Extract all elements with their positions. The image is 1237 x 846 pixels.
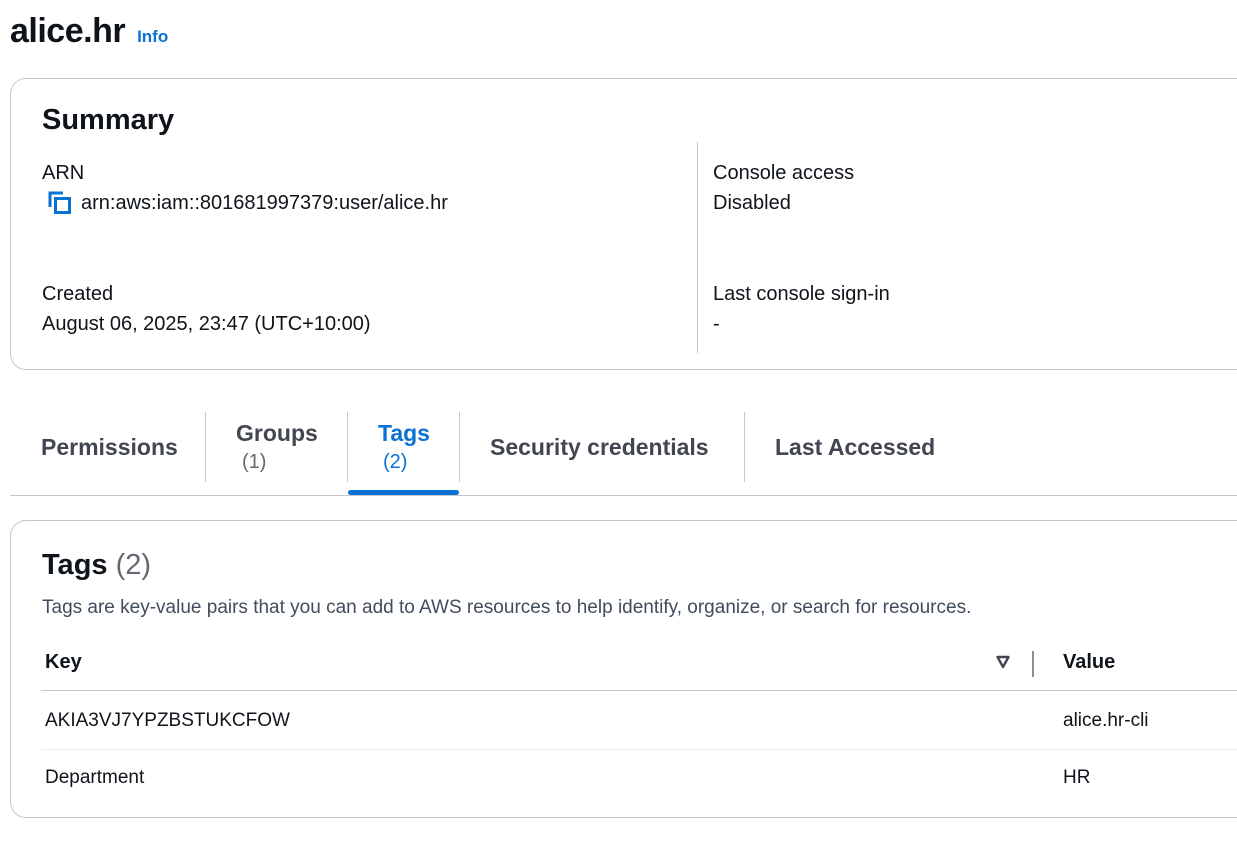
summary-divider	[697, 142, 698, 353]
summary-title: Summary	[42, 104, 175, 136]
tags-title-text: Tags	[42, 549, 108, 581]
copy-icon[interactable]	[47, 190, 73, 216]
console-access-label: Console access	[713, 162, 855, 184]
tab-tags-label: Tags	[378, 420, 430, 446]
tags-title: Tags (2)	[42, 549, 151, 582]
last-sign-in-value: -	[713, 313, 720, 335]
column-header-key[interactable]: Key	[45, 651, 82, 674]
row-divider	[41, 749, 1237, 750]
tab-security-credentials[interactable]: Security credentials	[460, 410, 744, 496]
tag-value-cell: alice.hr-cli	[1063, 710, 1149, 731]
sort-descending-icon[interactable]	[996, 655, 1010, 669]
tag-key-cell: Department	[45, 767, 145, 788]
tab-groups-label: Groups	[236, 420, 318, 446]
arn-label: ARN	[42, 162, 85, 184]
tag-key-cell: AKIA3VJ7YPZBSTUKCFOW	[45, 710, 290, 731]
page-title: alice.hr	[10, 12, 126, 50]
tags-description: Tags are key-value pairs that you can ad…	[42, 597, 972, 618]
tags-card: Tags (2) Tags are key-value pairs that y…	[10, 520, 1237, 818]
tab-last-accessed-label: Last Accessed	[775, 434, 936, 460]
tags-title-count: (2)	[115, 549, 152, 581]
tab-security-credentials-label: Security credentials	[490, 434, 709, 460]
header-divider	[41, 690, 1237, 691]
created-label: Created	[42, 283, 114, 305]
tab-last-accessed[interactable]: Last Accessed	[745, 410, 975, 496]
tab-permissions[interactable]: Permissions	[10, 410, 205, 496]
column-resizer[interactable]	[1032, 651, 1034, 677]
tab-groups[interactable]: Groups (1)	[206, 410, 347, 496]
created-value: August 06, 2025, 23:47 (UTC+10:00)	[42, 313, 371, 335]
last-sign-in-label: Last console sign-in	[713, 283, 890, 305]
summary-card: Summary ARN arn:aws:iam::801681997379:us…	[10, 78, 1237, 370]
tab-tags-count: (2)	[383, 451, 408, 473]
column-header-value[interactable]: Value	[1063, 651, 1115, 674]
info-link[interactable]: Info	[137, 27, 168, 47]
tab-groups-count: (1)	[242, 451, 267, 473]
tab-permissions-label: Permissions	[41, 434, 178, 460]
console-access-value: Disabled	[713, 192, 791, 214]
arn-value: arn:aws:iam::801681997379:user/alice.hr	[81, 192, 448, 214]
page-header: alice.hr Info	[10, 12, 168, 51]
tab-bar-divider	[10, 495, 1237, 496]
tag-value-cell: HR	[1063, 767, 1091, 788]
tab-bar: Permissions Groups (1) Tags (2) Security…	[10, 410, 1237, 496]
tab-tags[interactable]: Tags (2)	[348, 410, 459, 496]
